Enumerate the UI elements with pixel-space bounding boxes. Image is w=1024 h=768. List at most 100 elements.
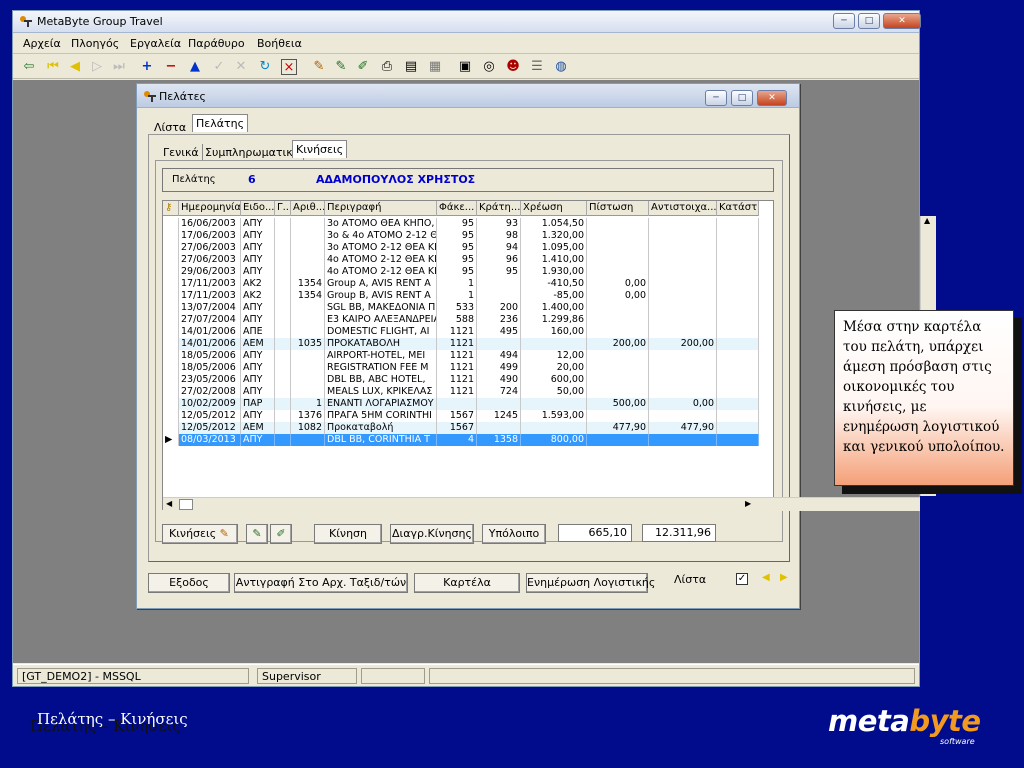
table-row[interactable]: 27/07/2004 ΑΠΥ Ε3 ΚΑΙΡΟ ΑΛΕΞΑΝΔΡΕΙΑ 588 236 1… (163, 314, 759, 326)
row-indicator[interactable] (163, 230, 179, 242)
subtab-general[interactable]: Γενικά (160, 144, 203, 161)
nav-prev-icon[interactable]: ◀ (762, 572, 770, 583)
child-maximize-button[interactable]: □ (731, 90, 753, 106)
preview-icon[interactable]: ▤ (403, 59, 419, 75)
row-indicator[interactable] (163, 386, 179, 398)
exit-button[interactable]: Εξοδος (148, 573, 230, 593)
scroll-up-icon[interactable]: ▲ (924, 216, 930, 225)
table-row[interactable]: 17/06/2003 ΑΠΥ 3ο & 4ο ΑΤΟΜΟ 2-12 ΘΕ 95 98 1.… (163, 230, 759, 242)
globe-icon[interactable]: ◍ (553, 59, 569, 75)
menu-help[interactable]: Βοήθεια (257, 37, 302, 50)
table-row[interactable]: 14/01/2006 ΑΕΜ 1035 ΠΡΟΚΑΤΑΒΟΛΗ 1121 200,00 20… (163, 338, 759, 350)
row-indicator[interactable] (163, 266, 179, 278)
table-row[interactable]: 17/11/2003 ΑΚ2 1354 Group B, AVIS RENT A 1 -8… (163, 290, 759, 302)
pointer-icon[interactable]: ✎ (311, 59, 327, 75)
grid-horizontal-scrollbar[interactable]: ◀ ▶ (163, 497, 920, 511)
table-row[interactable]: 16/06/2003 ΑΠΥ 3ο ΑΤΟΜΟ ΘΕΑ ΚΗΠΟ, Α 95 93 1.0… (163, 218, 759, 230)
card-button[interactable]: Καρτέλα (414, 573, 520, 593)
menu-files[interactable]: Αρχεία (23, 37, 61, 50)
row-indicator[interactable] (163, 218, 179, 230)
transactions-grid[interactable]: ⚷ Ημερομηνία Ειδο... Γ.. Αριθ... Περιγρα… (162, 200, 936, 511)
list-checkbox[interactable]: ✓ (736, 573, 748, 585)
table-row[interactable]: 27/06/2003 ΑΠΥ 3ο ΑΤΟΜΟ 2-12 ΘΕΑ ΚΗΙ 95 94 1.… (163, 242, 759, 254)
subtab-supplementary[interactable]: Συμπληρωματικά (202, 144, 304, 161)
row-indicator[interactable] (163, 422, 179, 434)
row-indicator[interactable] (163, 314, 179, 326)
row-indicator[interactable]: ▶ (163, 434, 179, 446)
next-record-icon[interactable]: ▷ (89, 59, 105, 75)
row-indicator[interactable] (163, 374, 179, 386)
table-row[interactable]: 27/02/2008 ΑΠΥ MEALS LUX, ΚΡΙΚΕΛΑΣ 1121 724 5… (163, 386, 759, 398)
col-header-type[interactable]: Ειδο... (241, 201, 275, 216)
subtab-transactions[interactable]: Κινήσεις (292, 140, 348, 158)
add-record-icon[interactable]: + (139, 59, 155, 75)
minimize-button[interactable]: ─ (833, 13, 855, 29)
print-icon[interactable]: ⎙ (379, 59, 395, 75)
col-header-debit[interactable]: Χρέωση (521, 201, 587, 216)
row-indicator[interactable] (163, 302, 179, 314)
calculator-icon[interactable]: ▣ (457, 59, 473, 75)
col-header-matching[interactable]: Αντιστοιχα... (649, 201, 717, 216)
col-header-credit[interactable]: Πίστωση (587, 201, 649, 216)
last-record-icon[interactable]: ⏭ (111, 59, 127, 75)
row-indicator[interactable] (163, 254, 179, 266)
close-form-icon[interactable]: × (281, 59, 297, 75)
col-header-status[interactable]: Κατάστ (717, 201, 759, 216)
row-indicator[interactable] (163, 350, 179, 362)
table-row[interactable]: 18/05/2006 ΑΠΥ AIRPORT-HOTEL, ΜΕΙ 1121 494 12… (163, 350, 759, 362)
row-indicator[interactable] (163, 338, 179, 350)
table-row[interactable]: 12/05/2012 ΑΠΥ 1376 ΠΡΑΓΑ 5ΗΜ CORINTHI 1567 1… (163, 410, 759, 422)
col-header-booking[interactable]: Κράτη... (477, 201, 521, 216)
check-icon[interactable]: ✓ (211, 59, 227, 75)
app-titlebar[interactable]: MetaByte Group Travel ─ □ ✕ (13, 11, 921, 33)
col-header-date[interactable]: Ημερομηνία (179, 201, 241, 216)
child-minimize-button[interactable]: ─ (705, 90, 727, 106)
col-header-folder[interactable]: Φάκε... (437, 201, 477, 216)
find-icon[interactable]: ◎ (481, 59, 497, 75)
nav-next-icon[interactable]: ▶ (780, 572, 788, 583)
row-indicator[interactable] (163, 398, 179, 410)
table-row[interactable]: 14/01/2006 ΑΠΕ DOMESTIC FLIGHT, ΑΙ 1121 495 1… (163, 326, 759, 338)
cancel-icon[interactable]: ✕ (233, 59, 249, 75)
scroll-right-icon[interactable]: ▶ (745, 499, 751, 508)
add-transaction-icon[interactable]: ✎ (246, 524, 268, 544)
table-row[interactable]: 29/06/2003 ΑΠΥ 4ο ΑΤΟΜΟ 2-12 ΘΕΑ ΚΗΙ 95 95 1.… (163, 266, 759, 278)
previous-record-icon[interactable]: ◀ (67, 59, 83, 75)
table-row[interactable]: ▶ 08/03/2013 ΑΠΥ DBL BB, CORINTHIA T 4 1358 80… (163, 434, 759, 446)
col-header-g[interactable]: Γ.. (275, 201, 291, 216)
col-header-description[interactable]: Περιγραφή (325, 201, 437, 216)
transaction-button[interactable]: Κίνηση (314, 524, 382, 544)
first-record-icon[interactable]: ⏮ (45, 59, 61, 75)
table-row[interactable]: 13/07/2004 ΑΠΥ SGL BB, ΜΑΚΕΔΟΝΙΑ Π. 533 200 1… (163, 302, 759, 314)
table-row[interactable]: 10/02/2009 ΠΑΡ 1 ΕΝΑΝΤΙ ΛΟΓΑΡΙΑΣΜΟΥ 500,00 0,… (163, 398, 759, 410)
row-indicator[interactable] (163, 278, 179, 290)
transactions-button[interactable]: Κινήσεις ✎ (162, 524, 238, 544)
table-row[interactable]: 17/11/2003 ΑΚ2 1354 Group A, AVIS RENT A 1 -4… (163, 278, 759, 290)
user-icon[interactable]: ☻ (505, 59, 521, 75)
close-button[interactable]: ✕ (883, 13, 921, 29)
table-row[interactable]: 27/06/2003 ΑΠΥ 4ο ΑΤΟΜΟ 2-12 ΘΕΑ ΚΗΙ 95 96 1.… (163, 254, 759, 266)
tab-client[interactable]: Πελάτης (192, 114, 249, 132)
row-indicator[interactable] (163, 362, 179, 374)
row-indicator[interactable] (163, 242, 179, 254)
balance-button[interactable]: Υπόλοιπο (482, 524, 546, 544)
up-icon[interactable]: ▲ (187, 59, 203, 75)
menu-navigator[interactable]: Πλοηγός (71, 37, 119, 50)
scroll-left-icon[interactable]: ◀ (166, 499, 172, 508)
exit-icon[interactable]: ⇦ (21, 59, 37, 75)
row-indicator[interactable] (163, 410, 179, 422)
update-accounting-button[interactable]: Ενημέρωση Λογιστικής (526, 573, 655, 593)
report-icon[interactable]: ▦ (427, 59, 443, 75)
refresh-icon[interactable]: ↻ (257, 59, 273, 75)
col-header-number[interactable]: Αριθ... (291, 201, 325, 216)
row-indicator[interactable] (163, 290, 179, 302)
table-row[interactable]: 18/05/2006 ΑΠΥ REGISTRATION FEE M 1121 499 20… (163, 362, 759, 374)
notes-icon[interactable]: ☰ (529, 59, 545, 75)
edit-pointer-icon[interactable]: ✐ (355, 59, 371, 75)
clients-titlebar[interactable]: Πελάτες ─ □ ✕ (137, 84, 799, 108)
row-indicator[interactable] (163, 326, 179, 338)
copy-to-travelers-button[interactable]: Αντιγραφή Στο Αρχ. Ταξιδ/τών (234, 573, 408, 593)
maximize-button[interactable]: □ (858, 13, 880, 29)
menu-window[interactable]: Παράθυρο (188, 37, 245, 50)
hscroll-thumb[interactable] (179, 499, 193, 510)
